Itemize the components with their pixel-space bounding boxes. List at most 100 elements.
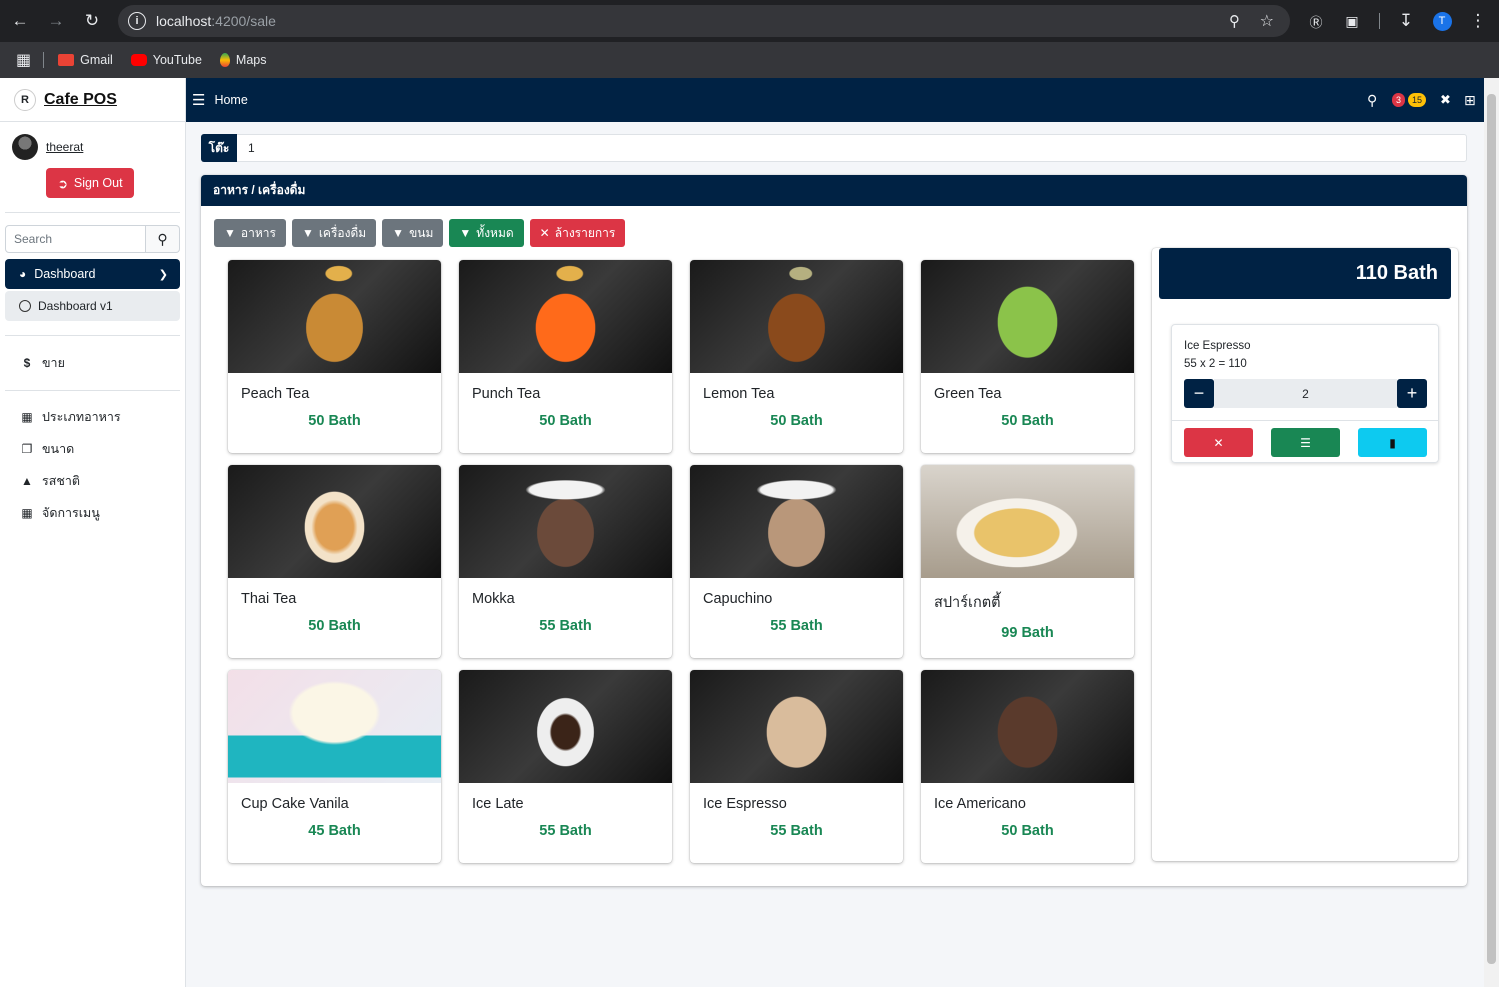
search-button[interactable]: ⚲ (146, 225, 180, 253)
product-card[interactable]: Green Tea 50 Bath (921, 260, 1134, 453)
filter-label: ล้างรายการ (554, 225, 616, 240)
product-card[interactable]: Lemon Tea 50 Bath (690, 260, 903, 453)
divider (5, 390, 180, 391)
product-card[interactable]: Cup Cake Vanila 45 Bath (228, 670, 441, 863)
filter-icon: ▼ (301, 226, 314, 240)
hamburger-icon[interactable]: ☰ (192, 91, 205, 109)
clear-items-button[interactable]: ✕ ล้างรายการ (529, 219, 626, 247)
item-options-button[interactable]: ☰ (1271, 428, 1340, 457)
nav-sale-label: ขาย (42, 356, 65, 370)
products-card: อาหาร / เครื่องดื่ม ▼ อาหาร ▼ เครื่องดื่ม … (201, 175, 1467, 886)
brand[interactable]: R Cafe POS (0, 78, 185, 122)
chevron-down-icon: ❯ (158, 268, 168, 281)
table-icon: ▦ (21, 506, 33, 520)
grid-icon[interactable]: ⊞ (1464, 92, 1476, 109)
zoom-icon[interactable]: ⚲ (1229, 12, 1240, 30)
product-image (921, 465, 1134, 578)
profile-avatar[interactable]: T (1431, 10, 1453, 32)
sign-out-icon: ➲ (57, 176, 68, 191)
apps-grid-icon[interactable]: ▦ (16, 50, 31, 70)
browser-menu-icon[interactable]: ⋮ (1467, 10, 1489, 32)
table-number-input[interactable]: 1 (248, 141, 255, 155)
url-host: localhost (156, 13, 212, 29)
item-note-button[interactable]: ▮ (1358, 428, 1427, 457)
notification-badge[interactable]: 3 (1392, 93, 1406, 107)
page-scrollbar[interactable] (1484, 78, 1499, 987)
extensions-icon[interactable]: ▣ (1341, 10, 1363, 32)
nav-sale[interactable]: $ ขาย (0, 347, 185, 379)
username-link[interactable]: theerat (46, 140, 83, 154)
increase-button[interactable]: + (1397, 379, 1427, 408)
close-icon: ✕ (539, 226, 550, 240)
search-input[interactable]: Search (5, 225, 146, 253)
nav-home-link[interactable]: Home (214, 93, 247, 107)
nav-dashboard[interactable]: ◕ Dashboard ❯ (5, 259, 180, 289)
quantity-stepper: − 2 + (1184, 379, 1427, 408)
product-image (690, 670, 903, 783)
forward-icon[interactable]: → (45, 10, 67, 32)
site-info-icon[interactable]: i (128, 12, 146, 30)
divider (5, 335, 180, 336)
product-card[interactable]: Ice Late 55 Bath (459, 670, 672, 863)
product-name: Lemon Tea (703, 386, 775, 402)
address-bar[interactable]: i localhost:4200/sale ⚲ ☆ (118, 5, 1290, 37)
product-card[interactable]: Capuchino 55 Bath (690, 465, 903, 658)
product-name: สปาร์เกตตี้ (934, 595, 1001, 611)
filter-all-button[interactable]: ▼ ทั้งหมด (449, 219, 524, 247)
remove-item-button[interactable]: ✕ (1184, 428, 1253, 457)
message-badge[interactable]: 15 (1408, 93, 1427, 107)
product-name: Thai Tea (241, 591, 297, 607)
back-icon[interactable]: ← (9, 10, 31, 32)
extension-w-icon[interactable]: Ⓡ (1305, 10, 1327, 32)
product-card[interactable]: Peach Tea 50 Bath (228, 260, 441, 453)
bookmarks-divider (43, 52, 45, 68)
product-card[interactable]: Thai Tea 50 Bath (228, 465, 441, 658)
bookmark-gmail[interactable]: Gmail (58, 53, 113, 67)
filter-label: อาหาร (240, 225, 276, 240)
filter-label: ทั้งหมด (476, 225, 514, 240)
product-image (690, 260, 903, 373)
avatar (12, 134, 38, 160)
bookmark-youtube[interactable]: YouTube (130, 53, 202, 67)
nav-manage-menu[interactable]: ▦ จัดการเมนู (0, 497, 185, 529)
product-name: Ice Americano (934, 796, 1026, 812)
search-icon[interactable]: ⚲ (1367, 92, 1377, 109)
nav-manage-menu-label: จัดการเมนู (42, 506, 100, 520)
nav-sizes[interactable]: ❐ ขนาด (0, 433, 185, 465)
order-panel: 110 Bath Ice Espresso 55 x 2 = 110 − 2 +… (1152, 248, 1458, 861)
sidebar-search: Search ⚲ (5, 225, 180, 253)
filter-dessert-button[interactable]: ▼ ขนม (382, 219, 444, 247)
product-card[interactable]: สปาร์เกตตี้ 99 Bath (921, 465, 1134, 658)
filter-drinks-button[interactable]: ▼ เครื่องดื่ม (291, 219, 377, 247)
product-card[interactable]: Ice Americano 50 Bath (921, 670, 1134, 863)
product-card[interactable]: Mokka 55 Bath (459, 465, 672, 658)
product-image (459, 670, 672, 783)
filter-food-button[interactable]: ▼ อาหาร (214, 219, 286, 247)
order-item: Ice Espresso 55 x 2 = 110 − 2 + ✕ ☰ ▮ (1171, 324, 1439, 463)
quantity-input[interactable]: 2 (1214, 379, 1397, 408)
bookmark-maps[interactable]: Maps (219, 53, 266, 67)
nav-food-types[interactable]: ▦ ประเภทอาหาร (0, 401, 185, 433)
decrease-button[interactable]: − (1184, 379, 1214, 408)
product-name: Capuchino (703, 591, 773, 607)
user-panel: theerat (0, 122, 185, 160)
sign-out-button[interactable]: ➲ Sign Out (46, 168, 134, 198)
product-card[interactable]: Punch Tea 50 Bath (459, 260, 672, 453)
bookmarks-bar: ▦ Gmail YouTube Maps (0, 42, 1499, 78)
scrollbar-thumb[interactable] (1487, 94, 1496, 964)
fullscreen-icon[interactable]: ✖ (1440, 92, 1451, 108)
gmail-icon (58, 54, 75, 66)
download-icon[interactable]: ↧ (1395, 10, 1417, 32)
product-name: Ice Late (472, 796, 524, 812)
sign-out-label: Sign Out (73, 176, 123, 190)
bookmark-star-icon[interactable]: ☆ (1260, 11, 1274, 31)
reload-icon[interactable]: ↻ (81, 10, 103, 32)
nav-flavors[interactable]: ▲ รสชาติ (0, 465, 185, 497)
order-item-calc: 55 x 2 = 110 (1184, 358, 1247, 370)
product-name: Punch Tea (472, 386, 541, 402)
product-card[interactable]: Ice Espresso 55 Bath (690, 670, 903, 863)
profile-initial: T (1432, 11, 1452, 31)
bookmark-label: YouTube (152, 53, 202, 67)
table-field: โต๊ะ 1 (201, 134, 1467, 162)
nav-dashboard-v1[interactable]: Dashboard v1 (5, 291, 180, 321)
